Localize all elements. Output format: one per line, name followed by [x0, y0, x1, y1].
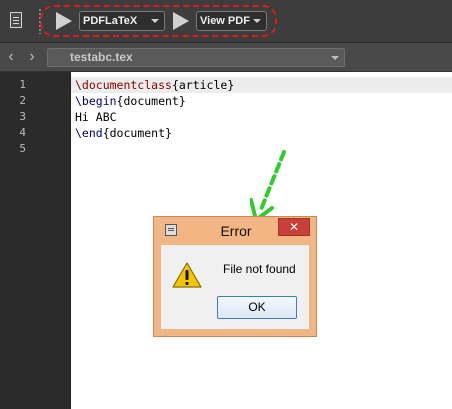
annotation-arrow-icon — [250, 150, 286, 222]
line-number: 1 — [19, 78, 26, 91]
latex-argument: {document} — [102, 126, 172, 140]
code-line[interactable]: Hi ABC — [75, 109, 117, 125]
close-button[interactable]: ✕ — [278, 218, 310, 236]
latex-command: \documentclass — [75, 78, 172, 92]
annotation-highlight-box — [40, 5, 277, 37]
main-toolbar: PDFLaTeX View PDF — [0, 0, 452, 43]
open-file-select[interactable]: testabc.tex — [47, 48, 345, 67]
file-tab-bar: ‹ › testabc.tex — [0, 43, 452, 72]
code-line[interactable]: \documentclass{article} — [71, 77, 452, 93]
line-number: 5 — [19, 142, 26, 155]
line-number: 3 — [19, 110, 26, 123]
plain-text: Hi ABC — [75, 110, 117, 124]
code-line[interactable]: \begin{document} — [75, 93, 186, 109]
latex-argument: {article} — [171, 78, 235, 92]
line-number: 2 — [19, 94, 26, 107]
latex-command: \begin — [75, 94, 117, 108]
latex-command: \end — [75, 126, 103, 140]
warning-icon — [172, 262, 202, 288]
ok-button[interactable]: OK — [217, 296, 297, 319]
back-button[interactable]: ‹ — [3, 48, 19, 66]
latex-argument: {document} — [116, 94, 186, 108]
open-file-name: testabc.tex — [70, 50, 133, 64]
line-number-gutter[interactable]: 1 2 3 4 5 — [0, 72, 71, 409]
dialog-body: File not found OK — [161, 245, 309, 329]
chevron-down-icon — [331, 56, 339, 60]
error-message: File not found — [223, 262, 296, 276]
document-icon[interactable] — [10, 12, 22, 28]
forward-button[interactable]: › — [24, 48, 40, 66]
error-dialog: Error ✕ File not found OK — [153, 216, 317, 337]
line-number: 4 — [19, 126, 26, 139]
code-line[interactable]: \end{document} — [75, 125, 172, 141]
